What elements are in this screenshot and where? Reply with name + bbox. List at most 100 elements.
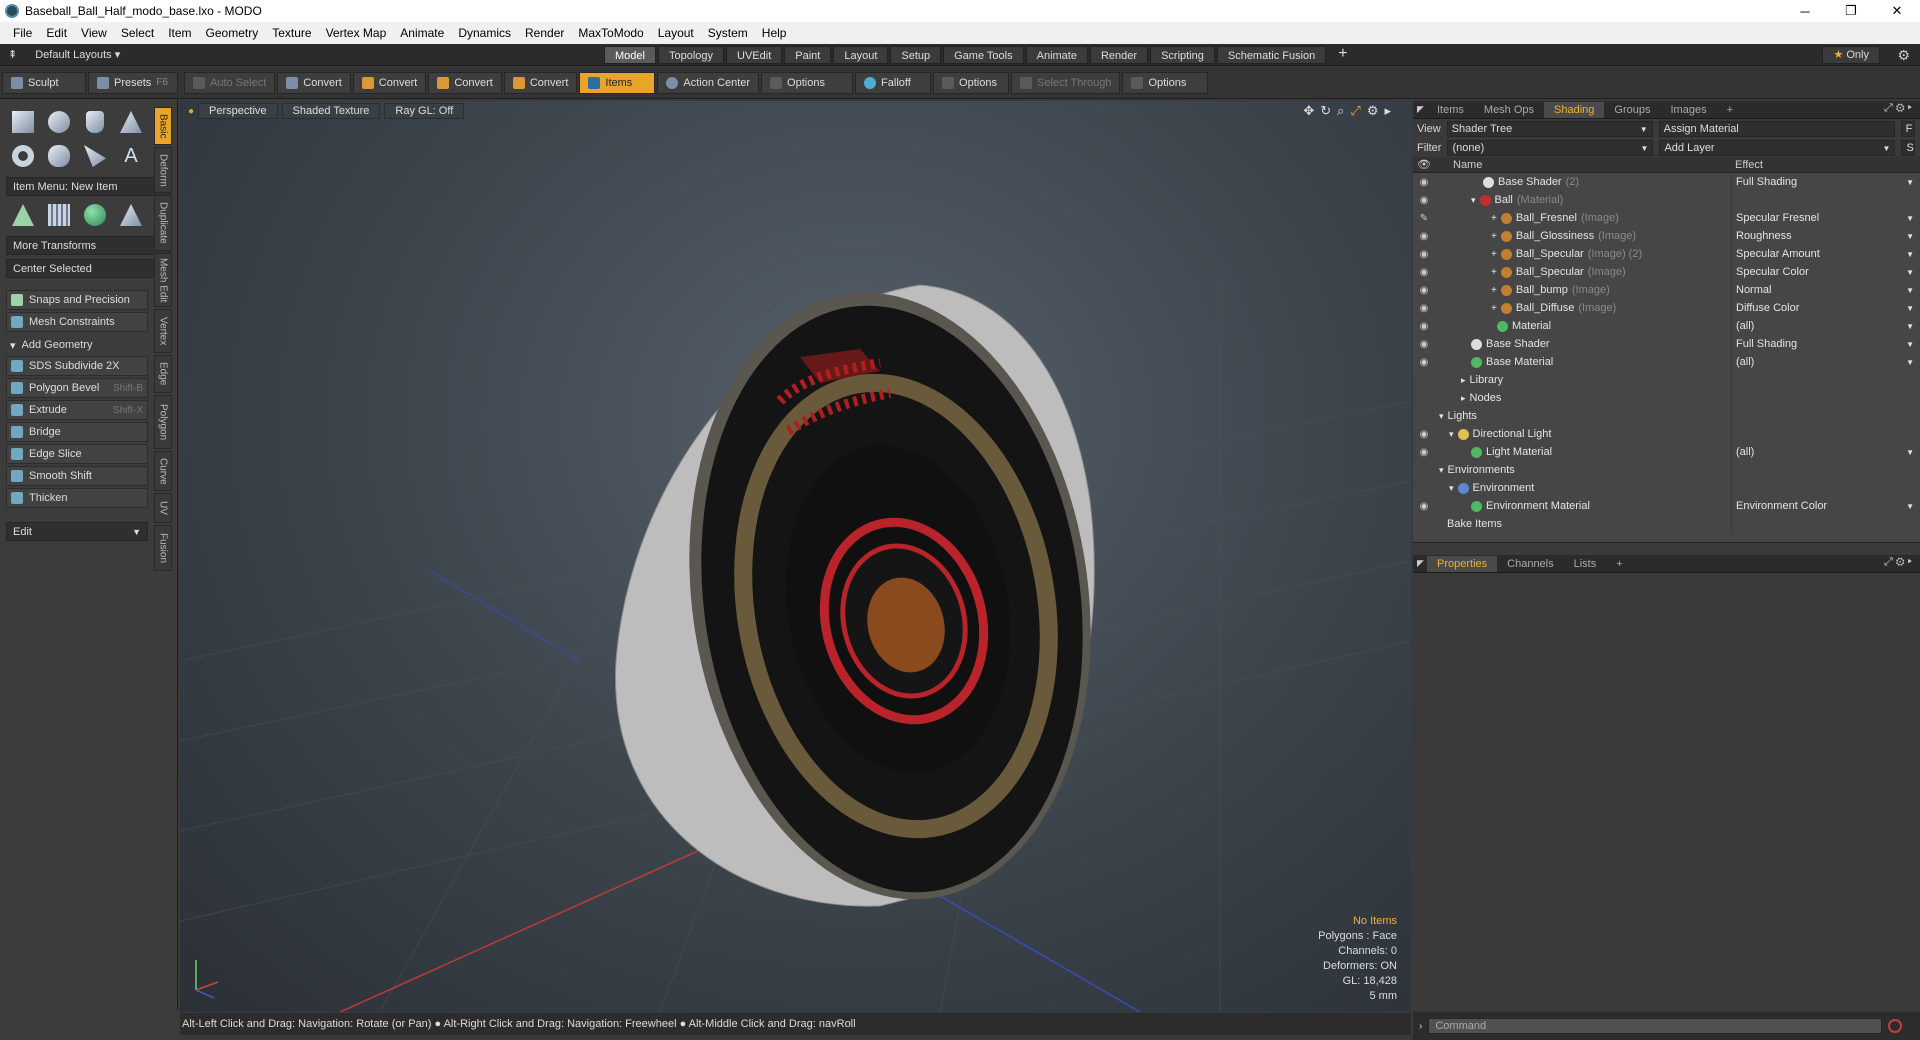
command-input[interactable]: Command [1428, 1018, 1883, 1034]
thicken-button[interactable]: Thicken [6, 488, 148, 508]
expand-triangle-icon[interactable]: ▸ [1461, 375, 1466, 386]
chevron-down-icon[interactable]: ▼ [1906, 250, 1914, 259]
chevron-down-icon[interactable]: ▼ [1906, 304, 1914, 313]
eye-icon[interactable]: ◉ [1413, 321, 1435, 332]
raygl-button[interactable]: Ray GL: Off [384, 103, 465, 119]
panel-window-icons[interactable]: ⤢ ⚙ ▸ [1884, 102, 1912, 115]
rotate-view-icon[interactable]: ↻ [1320, 103, 1331, 119]
view-dropdown[interactable]: Shader Tree ▼ [1446, 121, 1653, 137]
side-tab-fusion[interactable]: Fusion [154, 525, 172, 571]
tree-row[interactable]: ▸ Nodes [1413, 389, 1920, 407]
sds-subdivide-button[interactable]: SDS Subdivide 2X [6, 356, 148, 376]
chevron-down-icon[interactable]: ▼ [1906, 502, 1914, 511]
chevron-down-icon[interactable]: ▼ [1906, 268, 1914, 277]
tab-lists[interactable]: Lists [1564, 556, 1607, 572]
expand-triangle-icon[interactable]: ▾ [1471, 195, 1476, 206]
expand-triangle-icon[interactable]: ▸ [1461, 393, 1466, 404]
tab-setup[interactable]: Setup [890, 46, 942, 64]
convert-vertices-button[interactable]: Convert [277, 71, 351, 94]
tab-items[interactable]: Items [1427, 102, 1474, 118]
menu-layout[interactable]: Layout [651, 26, 701, 40]
eye-icon[interactable]: ◉ [1413, 429, 1435, 440]
tree-row[interactable]: ◉ Base Shader Full Shading ▼ [1413, 335, 1920, 353]
items-mode-button[interactable]: Items [579, 71, 656, 94]
text-tool-button[interactable]: A [116, 141, 146, 171]
expand-triangle-icon[interactable]: ▾ [1439, 411, 1444, 422]
side-tab-polygon[interactable]: Polygon [154, 395, 172, 449]
tree-row[interactable]: ◉ Light Material (all) ▼ [1413, 443, 1920, 461]
eye-icon[interactable]: ◉ [1413, 195, 1435, 206]
shading-mode-button[interactable]: Shaded Texture [281, 103, 381, 119]
fit-view-icon[interactable]: ⤢ [1350, 103, 1360, 119]
tab-mesh-ops[interactable]: Mesh Ops [1474, 102, 1544, 118]
cone-tool-button[interactable] [116, 107, 146, 137]
menu-dynamics[interactable]: Dynamics [451, 26, 518, 40]
tab-game-tools[interactable]: Game Tools [943, 46, 1024, 64]
tree-row[interactable]: ◉ + Ball_bump (Image) Normal ▼ [1413, 281, 1920, 299]
tree-row[interactable]: ◉ Material (all) ▼ [1413, 317, 1920, 335]
chevron-down-icon[interactable]: ▼ [1906, 232, 1914, 241]
snaps-precision-button[interactable]: Snaps and Precision [6, 290, 148, 310]
side-tab-duplicate[interactable]: Duplicate [154, 195, 172, 251]
move-view-icon[interactable]: ✥ [1303, 103, 1314, 119]
side-tab-deform[interactable]: Deform [154, 147, 172, 193]
menu-texture[interactable]: Texture [265, 26, 318, 40]
pyramid-tool-button[interactable] [116, 200, 146, 230]
layout-collapse-icon[interactable]: ⇞ [8, 48, 17, 61]
menu-item[interactable]: Item [161, 26, 198, 40]
menu-view[interactable]: View [74, 26, 114, 40]
tree-row[interactable]: ◉ + Ball_Diffuse (Image) Diffuse Color ▼ [1413, 299, 1920, 317]
viewport-settings-icon[interactable]: ⚙ [1367, 103, 1379, 119]
grid-tool-button[interactable] [44, 200, 74, 230]
tree-row[interactable]: ▾ Environment [1413, 479, 1920, 497]
more-transforms-dropdown[interactable]: More Transforms▼ [6, 236, 171, 255]
chevron-down-icon[interactable]: ▼ [1906, 358, 1914, 367]
expand-plus-icon[interactable]: + [1491, 285, 1497, 296]
menu-maxtomodo[interactable]: MaxToModo [571, 26, 650, 40]
item-menu-dropdown[interactable]: Item Menu: New Item▼ [6, 177, 171, 196]
tab-properties[interactable]: Properties [1427, 555, 1498, 572]
chevron-down-icon[interactable]: ▼ [1906, 214, 1914, 223]
menu-file[interactable]: File [6, 26, 39, 40]
tree-row[interactable]: Bake Items [1413, 515, 1920, 533]
tab-scripting[interactable]: Scripting [1150, 46, 1215, 64]
s-key-button[interactable]: S [1901, 140, 1916, 156]
sculpt-button[interactable]: Sculpt [2, 71, 86, 94]
falloff-options-button[interactable]: Options [933, 71, 1010, 94]
tab-uvedit[interactable]: UVEdit [726, 46, 783, 64]
baseball-half-model[interactable] [615, 266, 1128, 925]
side-tab-basic[interactable]: Basic [154, 107, 172, 145]
smooth-shift-button[interactable]: Smooth Shift [6, 466, 148, 486]
3d-viewport[interactable]: ● Perspective Shaded Texture Ray GL: Off… [180, 101, 1411, 1012]
assign-material-button[interactable]: Assign Material [1658, 121, 1895, 137]
command-expand-icon[interactable]: › [1419, 1021, 1422, 1032]
tree-row[interactable]: ◉ Base Shader (2) Full Shading ▼ [1413, 173, 1920, 191]
side-tab-curve[interactable]: Curve [154, 451, 172, 491]
expand-plus-icon[interactable]: + [1491, 303, 1497, 314]
panel-window-icons[interactable]: ⤢ ⚙ ▸ [1884, 556, 1912, 569]
select-through-button[interactable]: Select Through [1011, 71, 1121, 94]
eye-icon[interactable]: ◉ [1413, 249, 1435, 260]
torus-tool-button[interactable] [8, 141, 38, 171]
menu-animate[interactable]: Animate [393, 26, 451, 40]
add-panel-tab-icon[interactable]: + [1606, 556, 1632, 572]
side-tab-uv[interactable]: UV [154, 493, 172, 523]
tab-images[interactable]: Images [1661, 102, 1717, 118]
pen-tool-button[interactable] [80, 141, 110, 171]
expand-plus-icon[interactable]: + [1491, 231, 1497, 242]
tab-channels[interactable]: Channels [1497, 556, 1563, 572]
locator-tool-button[interactable] [8, 200, 38, 230]
tab-paint[interactable]: Paint [784, 46, 832, 64]
side-tab-mesh-edit[interactable]: Mesh Edit [154, 253, 172, 307]
expand-plus-icon[interactable]: + [1491, 213, 1497, 224]
add-geometry-section[interactable]: ▾ Add Geometry [6, 336, 147, 354]
eye-icon[interactable]: ◉ [1413, 447, 1435, 458]
auto-select-button[interactable]: Auto Select [184, 71, 276, 94]
eye-icon[interactable]: ◉ [1413, 339, 1435, 350]
action-center-options-button[interactable]: Options [761, 71, 854, 94]
tree-row[interactable]: ▾ Environments [1413, 461, 1920, 479]
perspective-view-button[interactable]: Perspective [198, 103, 278, 119]
maximize-button[interactable]: ❐ [1828, 0, 1874, 22]
menu-vertex-map[interactable]: Vertex Map [319, 26, 394, 40]
chevron-down-icon[interactable]: ▼ [1906, 178, 1914, 187]
